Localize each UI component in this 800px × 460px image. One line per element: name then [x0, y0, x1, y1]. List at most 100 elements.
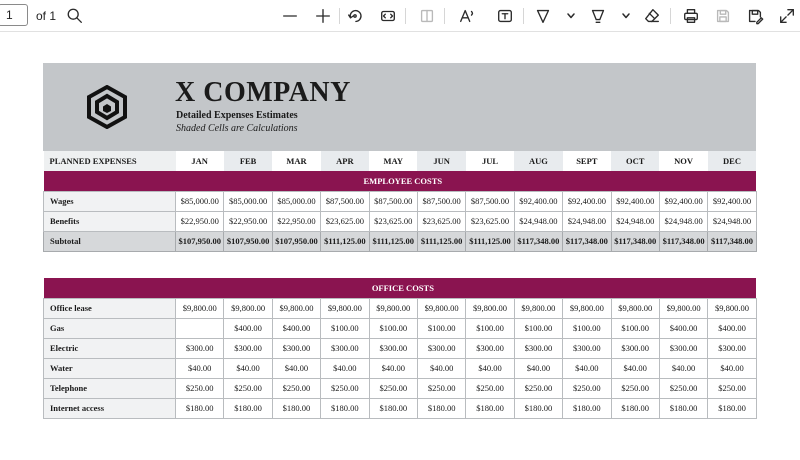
erase-icon[interactable] [641, 5, 663, 27]
table-cell: $24,948.00 [707, 210, 757, 232]
table-cell: $87,500.00 [416, 190, 467, 212]
month-header-mar: MAR [272, 151, 321, 171]
row-label: Gas [43, 317, 176, 339]
table-cell: $100.00 [465, 317, 515, 339]
section-bar-employee: EMPLOYEE COSTS [43, 171, 757, 191]
planned-expenses-label: PLANNED EXPENSES [43, 151, 176, 171]
table-cell: $400.00 [223, 317, 273, 339]
save-icon[interactable] [712, 5, 734, 27]
row-label: Office lease [43, 297, 176, 319]
table-cell: $250.00 [416, 377, 467, 399]
table-cell: $9,800.00 [513, 297, 564, 319]
table-cell: $85,000.00 [174, 190, 225, 212]
read-aloud-icon[interactable] [456, 5, 478, 27]
document-header: X COMPANY Detailed Expenses Estimates Sh… [43, 63, 756, 151]
section-bar-office: OFFICE COSTS [43, 278, 757, 298]
table-row: Telephone $250.00 $250.00 $250.00 $250.00 $25… [43, 377, 757, 399]
table-cell: $92,400.00 [513, 190, 564, 212]
highlight-options-chevron-icon[interactable] [615, 5, 637, 27]
table-row: Office lease $9,800.00 $9,800.00 $9,800.00 $… [43, 297, 757, 319]
table-cell: $9,800.00 [368, 297, 418, 319]
table-cell: $100.00 [610, 317, 660, 339]
table-cell: $24,948.00 [610, 210, 660, 232]
subtotal-cell: $107,950.00 [271, 230, 322, 252]
table-cell: $23,625.00 [320, 210, 370, 232]
table-row: Gas $400.00 $400.00 $100.00 $100.00 $100.00 $1… [43, 317, 757, 339]
table-cell: $180.00 [562, 397, 612, 419]
subtotal-cell: $117,348.00 [610, 230, 660, 252]
section-title-employee: EMPLOYEE COSTS [43, 171, 757, 191]
table-cell: $250.00 [562, 377, 612, 399]
search-icon[interactable] [64, 5, 86, 27]
month-header-row: PLANNED EXPENSES JAN FEB MAR APR MAY JUN JUL AU… [43, 151, 757, 171]
zoom-out-icon[interactable] [279, 5, 301, 27]
table-cell: $300.00 [658, 337, 709, 359]
subtotal-cell: $117,348.00 [658, 230, 709, 252]
document-subtitle: Detailed Expenses Estimates [176, 110, 298, 121]
table-cell: $180.00 [707, 397, 757, 419]
table-cell: $87,500.00 [465, 190, 515, 212]
table-cell: $180.00 [465, 397, 515, 419]
fit-page-icon[interactable] [377, 5, 399, 27]
month-header-dec: DEC [707, 151, 757, 171]
table-cell: $300.00 [368, 337, 418, 359]
rotate-icon[interactable] [344, 5, 366, 27]
draw-options-chevron-icon[interactable] [560, 5, 582, 27]
month-header-nov: NOV [659, 151, 708, 171]
table-cell: $180.00 [513, 397, 564, 419]
highlight-icon[interactable] [587, 5, 609, 27]
table-cell: $87,500.00 [320, 190, 370, 212]
document-note: Shaded Cells are Calculations [176, 123, 298, 134]
table-cell: $300.00 [562, 337, 612, 359]
row-label: Telephone [43, 377, 176, 399]
table-cell: $24,948.00 [658, 210, 709, 232]
table-cell: $9,800.00 [562, 297, 612, 319]
zoom-in-icon[interactable] [312, 5, 334, 27]
table-cell: $9,800.00 [416, 297, 467, 319]
table-cell: $92,400.00 [658, 190, 709, 212]
table-cell: $180.00 [174, 397, 225, 419]
table-cell: $300.00 [610, 337, 660, 359]
subtotal-row: Subtotal $107,950.00 $107,950.00 $107,950.0… [43, 230, 757, 252]
employee-costs-table: PLANNED EXPENSES JAN FEB MAR APR MAY JUN JUL AU… [43, 151, 757, 252]
text-box-icon[interactable] [494, 5, 516, 27]
table-cell: $250.00 [707, 377, 757, 399]
row-label: Water [43, 357, 176, 379]
table-cell: $300.00 [707, 337, 757, 359]
fullscreen-icon[interactable] [776, 5, 798, 27]
table-cell: $250.00 [465, 377, 515, 399]
table-cell: $300.00 [465, 337, 515, 359]
table-cell: $23,625.00 [368, 210, 418, 232]
table-cell: $250.00 [513, 377, 564, 399]
print-icon[interactable] [680, 5, 702, 27]
table-cell: $250.00 [368, 377, 418, 399]
table-cell: $23,625.00 [465, 210, 515, 232]
draw-icon[interactable] [532, 5, 554, 27]
month-header-jan: JAN [175, 151, 224, 171]
table-row: Wages $85,000.00 $85,000.00 $85,000.00 $87,5… [43, 190, 757, 212]
page-number-input[interactable] [0, 4, 28, 26]
month-header-oct: OCT [611, 151, 660, 171]
table-cell: $40.00 [174, 357, 225, 379]
table-cell: $180.00 [368, 397, 418, 419]
page-view-icon[interactable] [416, 5, 438, 27]
table-cell: $300.00 [174, 337, 225, 359]
table-cell [174, 317, 225, 339]
table-cell: $40.00 [513, 357, 564, 379]
table-cell: $24,948.00 [562, 210, 612, 232]
table-cell: $250.00 [271, 377, 322, 399]
save-as-icon[interactable] [744, 5, 766, 27]
table-cell: $40.00 [223, 357, 273, 379]
table-cell: $250.00 [174, 377, 225, 399]
subtotal-cell: $111,125.00 [320, 230, 370, 252]
subtotal-cell: $107,950.00 [223, 230, 273, 252]
table-cell: $40.00 [368, 357, 418, 379]
table-cell: $40.00 [271, 357, 322, 379]
table-cell: $40.00 [465, 357, 515, 379]
company-logo [85, 84, 129, 130]
table-cell: $22,950.00 [271, 210, 322, 232]
month-header-jul: JUL [465, 151, 515, 171]
table-cell: $180.00 [320, 397, 370, 419]
table-cell: $400.00 [658, 317, 709, 339]
table-cell: $300.00 [271, 337, 322, 359]
